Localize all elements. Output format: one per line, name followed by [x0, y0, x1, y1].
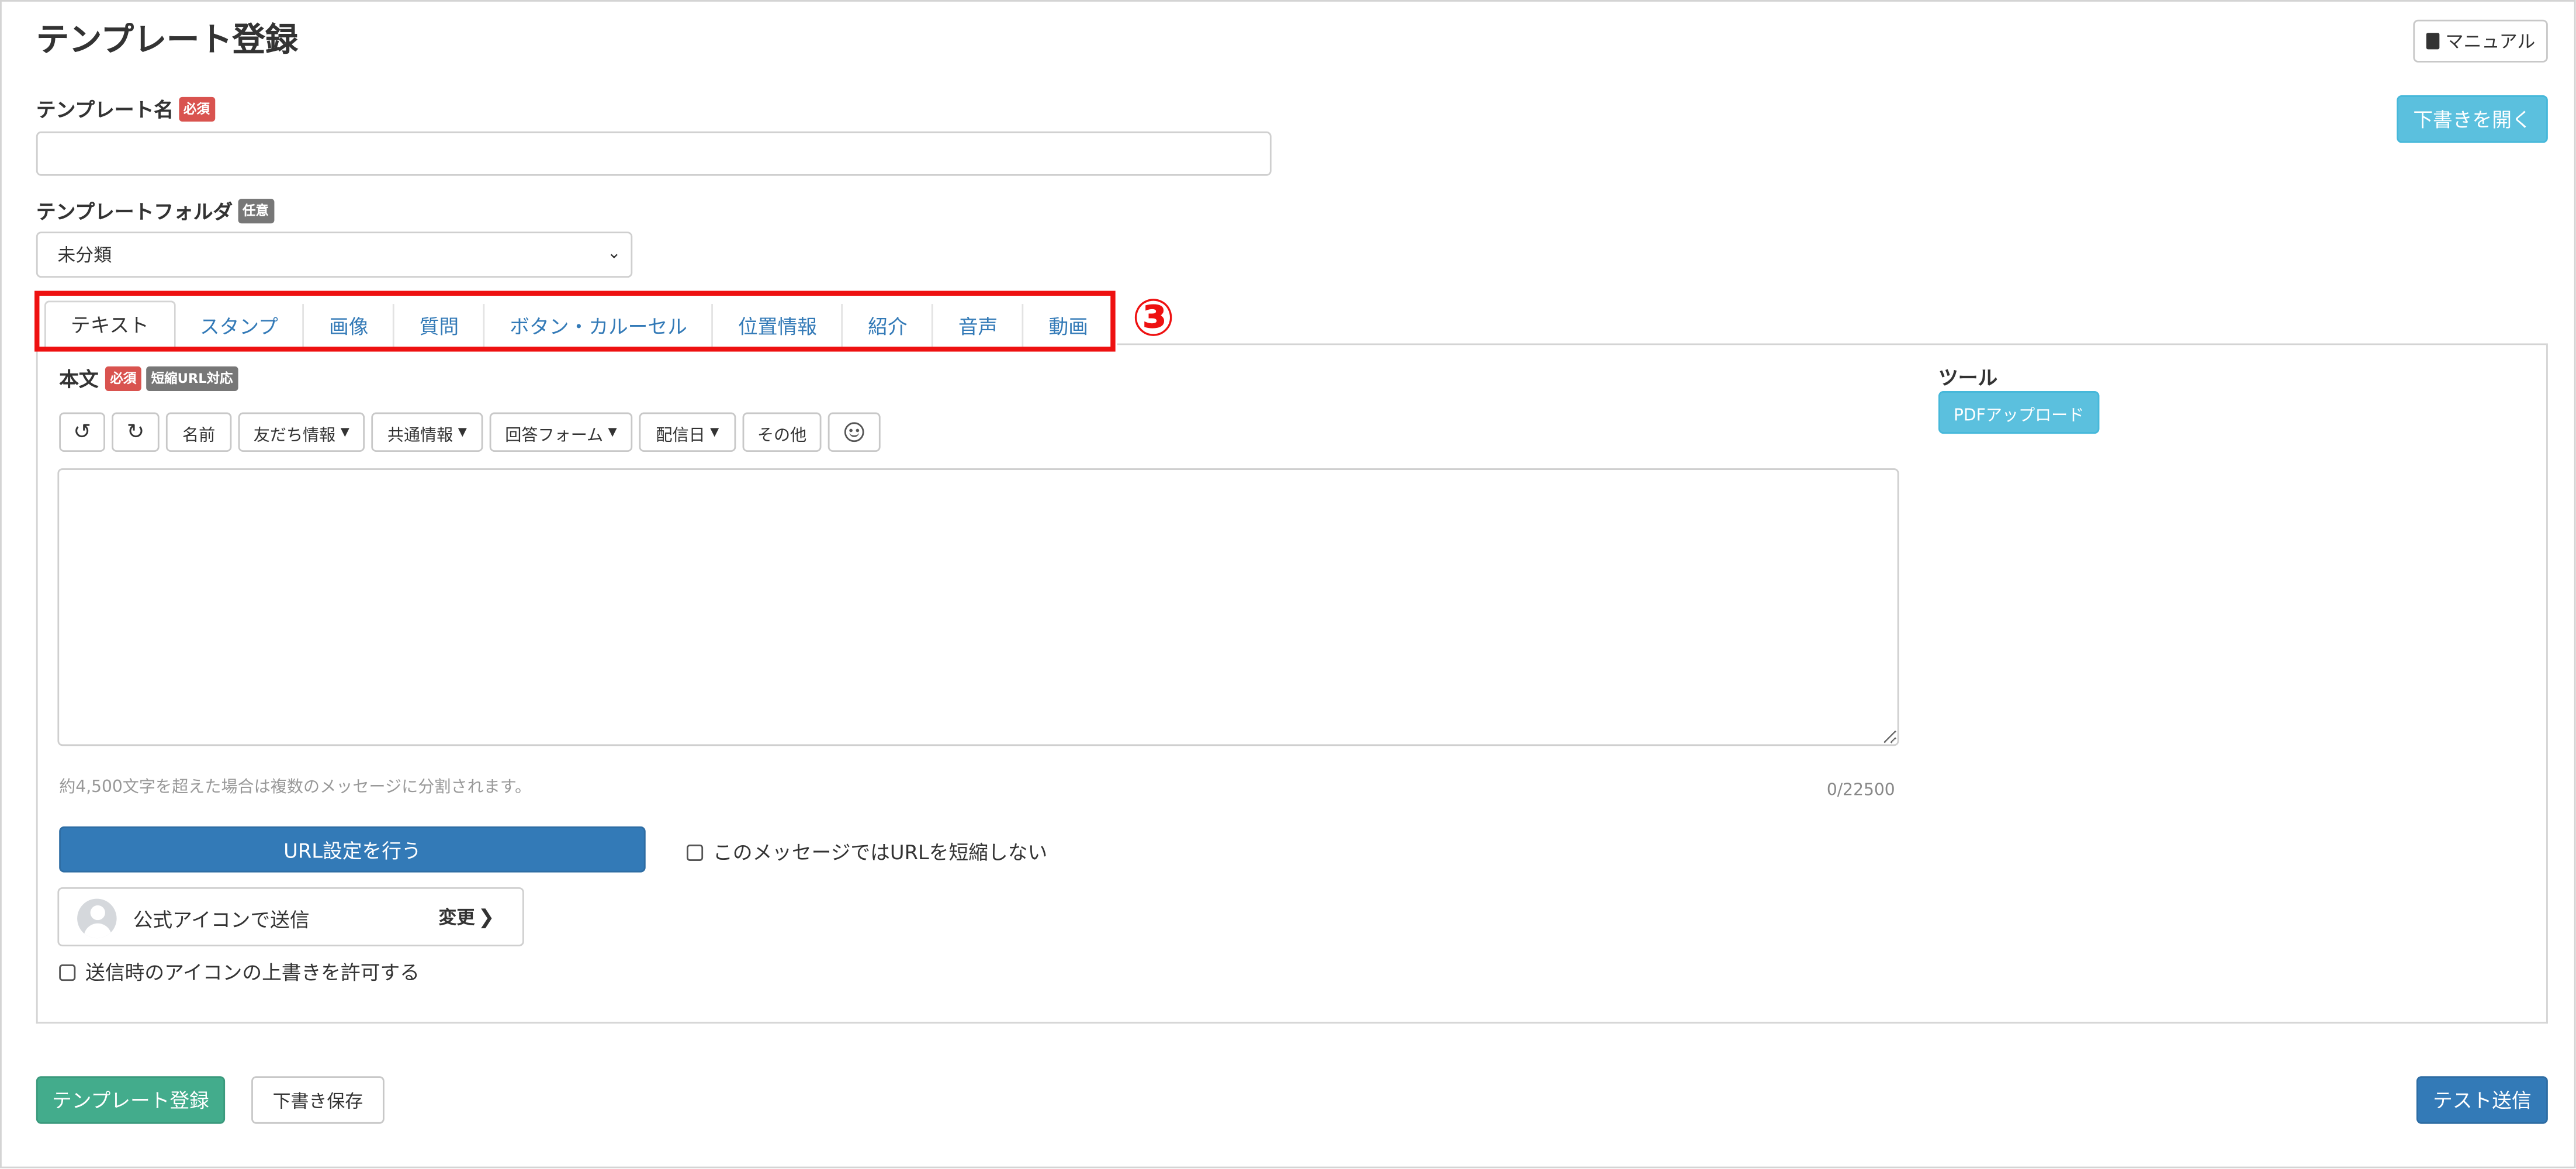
- sender-label: 公式アイコンで送信: [133, 908, 310, 932]
- answer-form-dropdown[interactable]: 回答フォーム ▼: [489, 412, 633, 452]
- common-info-dropdown[interactable]: 共通情報 ▼: [371, 412, 483, 452]
- page-title: テンプレート登録: [36, 19, 298, 60]
- delivery-date-dropdown[interactable]: 配信日 ▼: [639, 412, 736, 452]
- tabs-highlight-box: [34, 290, 1116, 352]
- body-label: 本文: [59, 367, 99, 390]
- caret-down-icon: ▼: [340, 426, 349, 439]
- message-body-textarea[interactable]: [57, 468, 1899, 746]
- caret-down-icon: ▼: [458, 426, 467, 439]
- tools-label: ツール: [1938, 365, 1998, 389]
- template-folder-value: 未分類: [57, 244, 112, 267]
- optional-badge: 任意: [237, 198, 274, 223]
- template-name-label-row: テンプレート名 必須: [36, 94, 215, 123]
- url-settings-button[interactable]: URL設定を行う: [59, 826, 646, 873]
- pdf-upload-button[interactable]: PDFアップロード: [1938, 391, 2100, 434]
- caret-down-icon: ▼: [608, 426, 617, 439]
- template-name-input[interactable]: [36, 131, 1272, 176]
- template-folder-label-row: テンプレートフォルダ 任意: [36, 196, 274, 226]
- template-folder-select[interactable]: 未分類 ⌄: [36, 231, 633, 278]
- change-label: 変更: [438, 907, 475, 929]
- undo-button[interactable]: ↺: [59, 412, 105, 452]
- redo-button[interactable]: ↻: [112, 412, 160, 452]
- allow-override-label: 送信時のアイコンの上書きを許可する: [85, 961, 420, 984]
- allow-override-checkbox[interactable]: [59, 964, 76, 981]
- smiley-icon: [844, 422, 864, 442]
- template-folder-label: テンプレートフォルダ: [36, 199, 233, 223]
- caret-down-icon: ▼: [710, 426, 719, 439]
- other-button[interactable]: その他: [742, 412, 822, 452]
- register-template-button[interactable]: テンプレート登録: [36, 1076, 226, 1124]
- chevron-right-icon: ❯: [478, 905, 495, 929]
- open-draft-button[interactable]: 下書きを開く: [2397, 95, 2548, 143]
- step-number: ③: [1131, 289, 1175, 348]
- undo-icon: ↺: [73, 420, 91, 445]
- avatar: [77, 898, 117, 939]
- no-shorten-label: このメッセージではURLを短縮しない: [712, 841, 1048, 864]
- book-icon: [2425, 33, 2439, 50]
- split-hint: 約4,500文字を超えた場合は複数のメッセージに分割されます。: [59, 779, 532, 797]
- char-count: 0/22500: [1826, 782, 1895, 800]
- emoji-button[interactable]: [827, 412, 881, 452]
- insert-name-button[interactable]: 名前: [165, 412, 232, 452]
- short-url-badge: 短縮URL対応: [146, 365, 238, 390]
- delivery-date-label: 配信日: [656, 426, 705, 445]
- friend-info-dropdown[interactable]: 友だち情報 ▼: [238, 412, 365, 452]
- required-badge: 必須: [178, 96, 215, 121]
- redo-icon: ↻: [126, 420, 145, 445]
- template-name-label: テンプレート名: [36, 98, 174, 121]
- body-label-row: 本文 必須 短縮URL対応: [59, 363, 238, 393]
- chevron-down-icon: ⌄: [607, 244, 621, 263]
- test-send-button[interactable]: テスト送信: [2416, 1076, 2548, 1124]
- page: テンプレート登録 マニュアル 下書きを開く テンプレート名 必須 テンプレートフ…: [0, 0, 2576, 1169]
- change-icon-link[interactable]: 変更 ❯: [439, 904, 495, 930]
- no-shorten-checkbox[interactable]: [686, 844, 704, 861]
- canvas: テンプレート登録 マニュアル 下書きを開く テンプレート名 必須 テンプレートフ…: [0, 0, 2576, 1168]
- common-info-label: 共通情報: [387, 426, 453, 445]
- sender-icon-box: 公式アイコンで送信 変更 ❯: [57, 887, 524, 947]
- required-badge: 必須: [105, 365, 141, 390]
- save-draft-button[interactable]: 下書き保存: [251, 1076, 385, 1124]
- answer-form-label: 回答フォーム: [505, 426, 604, 445]
- friend-info-label: 友だち情報: [253, 426, 336, 445]
- manual-button-label: マニュアル: [2445, 31, 2536, 53]
- manual-button[interactable]: マニュアル: [2413, 19, 2548, 63]
